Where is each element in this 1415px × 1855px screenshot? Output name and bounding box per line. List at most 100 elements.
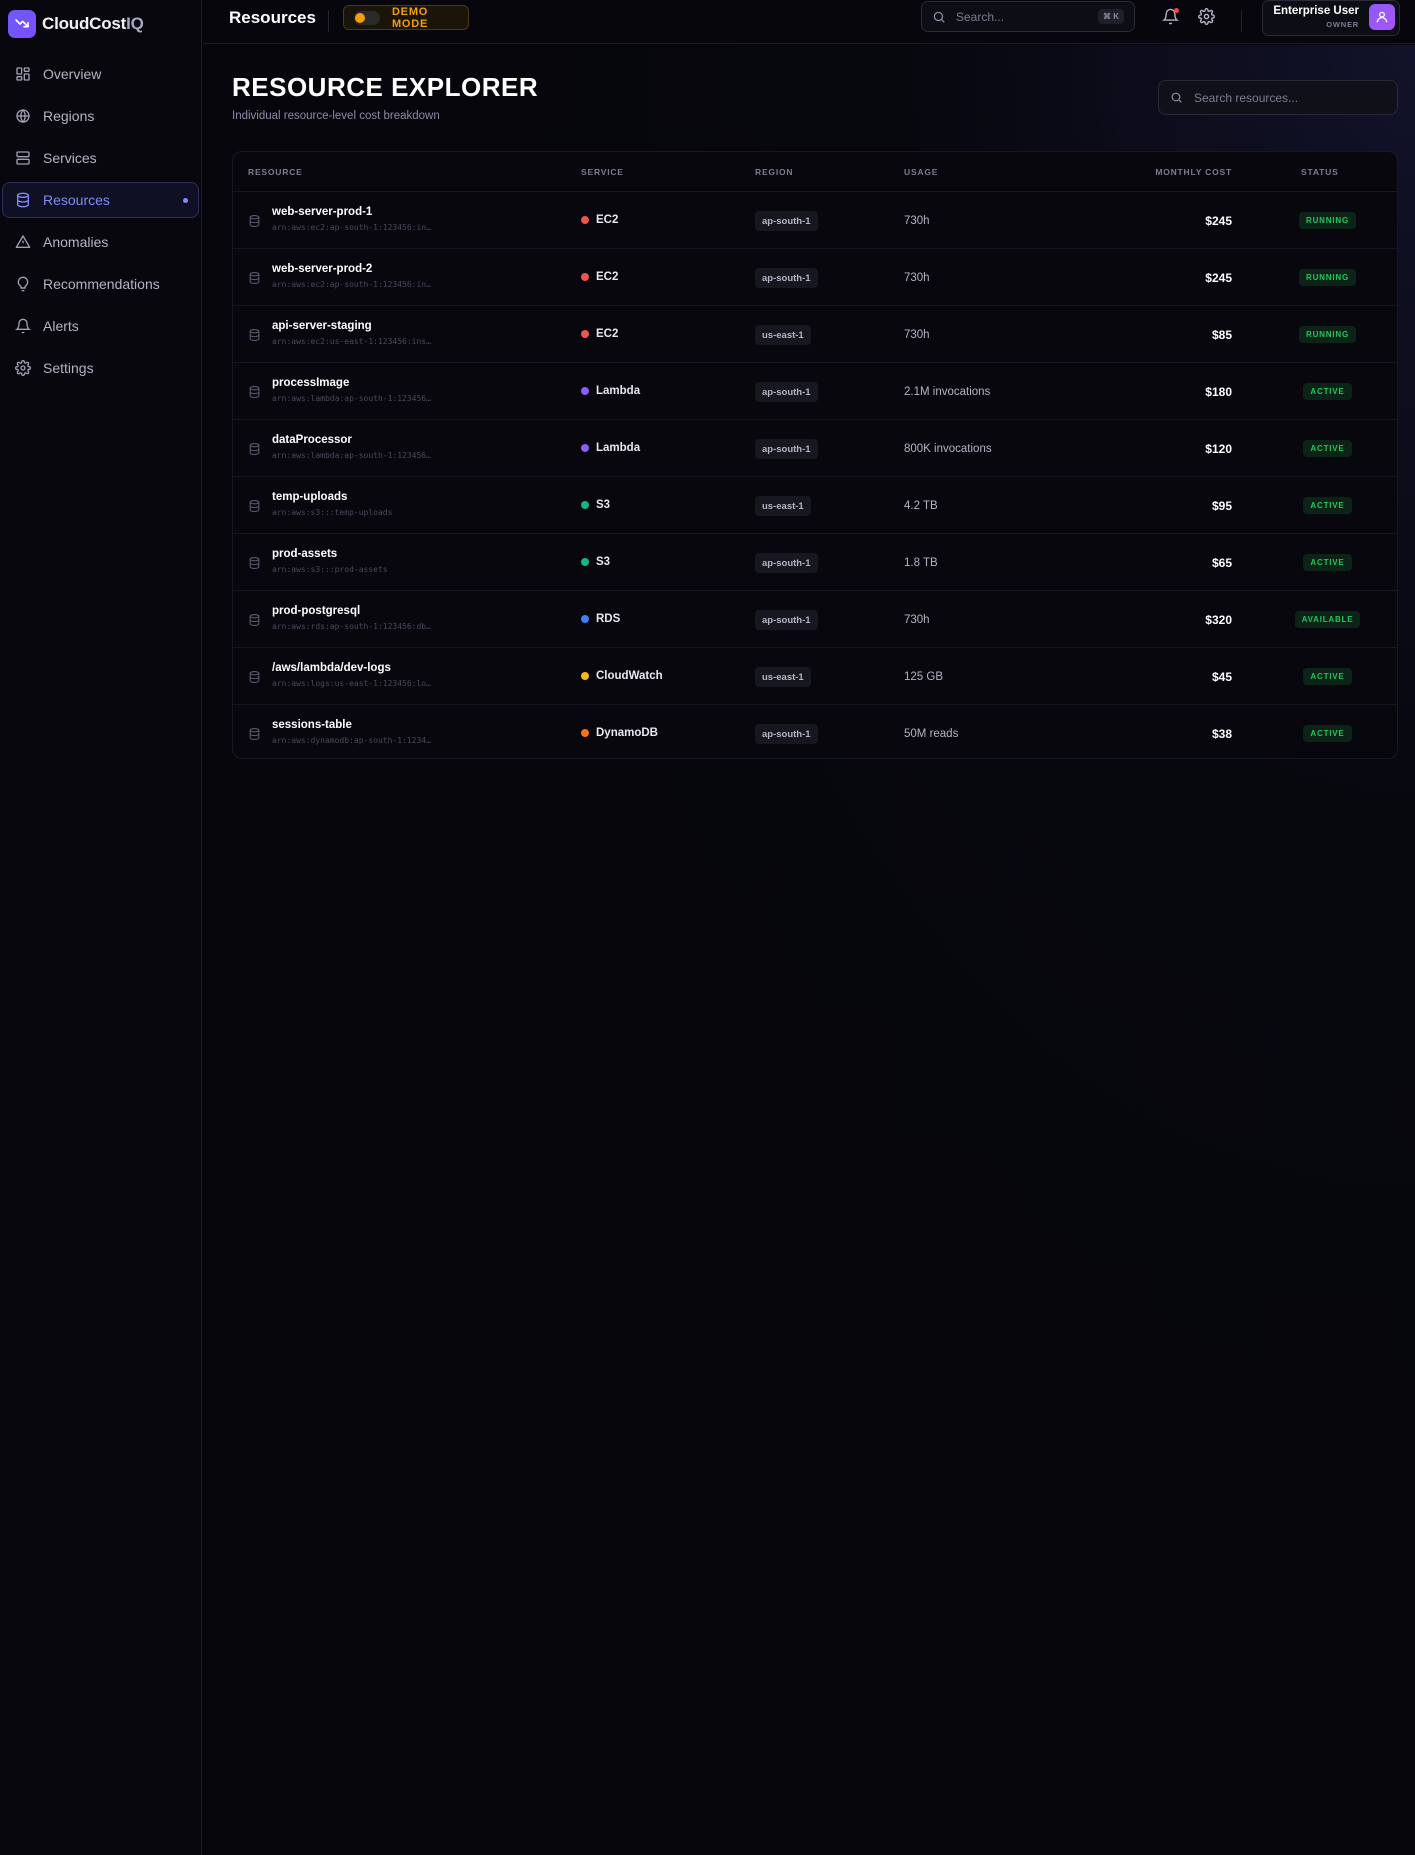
sidebar-item-alerts[interactable]: Alerts [2,308,199,344]
database-icon [248,499,261,513]
user-menu[interactable]: Enterprise User OWNER [1262,0,1400,36]
resource-arn: arn:aws:lambda:ap-south-1:123456… [272,394,431,403]
status-badge: RUNNING [1299,326,1356,343]
gear-icon [1198,8,1215,25]
service-name: DynamoDB [596,727,658,739]
page-subheading: Individual resource-level cost breakdown [232,110,440,122]
usage-value: 50M reads [904,728,959,740]
resource-name[interactable]: temp-uploads [272,491,347,503]
service-name: S3 [596,556,611,568]
search-input[interactable] [956,9,1076,24]
resource-name[interactable]: processImage [272,377,349,389]
usage-value: 2.1M invocations [904,386,991,398]
sidebar-item-label: Overview [43,66,102,82]
resource-name[interactable]: web-server-prod-1 [272,206,372,218]
status-cell: RUNNING [1275,269,1380,286]
table-row[interactable]: /aws/lambda/dev-logs arn:aws:logs:us-eas… [233,648,1397,705]
database-icon [248,271,261,285]
app-name-suffix: IQ [126,14,144,33]
resource-name[interactable]: /aws/lambda/dev-logs [272,662,391,674]
main-content: RESOURCE EXPLORER Individual resource-le… [203,45,1415,1855]
status-badge: RUNNING [1299,212,1356,229]
service-name: EC2 [596,271,619,283]
status-cell: ACTIVE [1275,497,1380,514]
status-cell: ACTIVE [1275,440,1380,457]
region-badge: ap-south-1 [755,610,818,630]
sidebar-item-label: Resources [43,192,110,208]
sidebar-item-label: Services [43,150,97,166]
column-header-service[interactable]: SERVICE [581,167,624,177]
table-row[interactable]: dataProcessor arn:aws:lambda:ap-south-1:… [233,420,1397,477]
table-row[interactable]: processImage arn:aws:lambda:ap-south-1:1… [233,363,1397,420]
sidebar-item-label: Recommendations [43,276,160,292]
resource-arn: arn:aws:s3:::temp-uploads [272,508,393,517]
column-header-usage[interactable]: USAGE [904,167,938,177]
sidebar-item-services[interactable]: Services [2,140,199,176]
monthly-cost: $245 [1205,271,1232,285]
globe-icon [15,108,31,124]
service-cell: S3 [581,556,610,568]
column-header-resource[interactable]: RESOURCE [248,167,303,177]
resource-search[interactable] [1158,80,1398,115]
status-badge: ACTIVE [1303,497,1352,514]
database-icon [248,613,261,627]
region-badge: ap-south-1 [755,724,818,744]
sidebar-item-regions[interactable]: Regions [2,98,199,134]
sidebar: CloudCostIQ Overview Regions Services Re… [0,0,202,1855]
column-header-status[interactable]: STATUS [1301,167,1339,177]
resources-table: RESOURCE SERVICE REGION USAGE MONTHLY CO… [232,151,1398,759]
column-header-region[interactable]: REGION [755,167,793,177]
app-logo[interactable]: CloudCostIQ [0,0,201,48]
toggle-switch[interactable] [354,10,380,25]
service-name: Lambda [596,442,641,454]
sidebar-item-recommendations[interactable]: Recommendations [2,266,199,302]
sidebar-item-overview[interactable]: Overview [2,56,199,92]
notification-dot [1174,8,1179,13]
page-title: Resources [229,8,316,27]
resource-name[interactable]: prod-assets [272,548,337,560]
service-name: CloudWatch [596,670,663,682]
status-cell: RUNNING [1275,326,1380,343]
sidebar-item-anomalies[interactable]: Anomalies [2,224,199,260]
status-cell: AVAILABLE [1275,611,1380,628]
table-row[interactable]: temp-uploads arn:aws:s3:::temp-uploads S… [233,477,1397,534]
table-row[interactable]: web-server-prod-1 arn:aws:ec2:ap-south-1… [233,192,1397,249]
table-row[interactable]: prod-assets arn:aws:s3:::prod-assets S3 … [233,534,1397,591]
resource-name[interactable]: prod-postgresql [272,605,360,617]
service-cell: EC2 [581,214,618,226]
active-indicator [183,198,188,203]
column-header-monthly-cost[interactable]: MONTHLY COST [1155,167,1232,177]
table-row[interactable]: prod-postgresql arn:aws:rds:ap-south-1:1… [233,591,1397,648]
divider [328,10,329,32]
resource-search-input[interactable] [1194,90,1384,105]
settings-button[interactable] [1198,8,1215,25]
sidebar-item-resources[interactable]: Resources [2,182,199,218]
monthly-cost: $120 [1205,442,1232,456]
service-cell: S3 [581,499,610,511]
status-cell: ACTIVE [1275,668,1380,685]
status-badge: ACTIVE [1303,554,1352,571]
resource-name[interactable]: sessions-table [272,719,352,731]
notifications-button[interactable] [1162,8,1179,25]
resource-name[interactable]: api-server-staging [272,320,372,332]
sidebar-item-label: Regions [43,108,95,124]
status-badge: ACTIVE [1303,668,1352,685]
table-row[interactable]: web-server-prod-2 arn:aws:ec2:ap-south-1… [233,249,1397,306]
resource-name[interactable]: web-server-prod-2 [272,263,372,275]
resource-arn: arn:aws:logs:us-east-1:123456:lo… [272,679,431,688]
status-badge: AVAILABLE [1294,611,1361,628]
table-row[interactable]: sessions-table arn:aws:dynamodb:ap-south… [233,705,1397,758]
service-color-dot [581,615,589,623]
demo-mode-toggle[interactable]: DEMO MODE [343,5,469,30]
table-row[interactable]: api-server-staging arn:aws:ec2:us-east-1… [233,306,1397,363]
region-badge: ap-south-1 [755,382,818,402]
user-icon [1375,10,1389,24]
monthly-cost: $45 [1211,670,1232,684]
global-search[interactable]: ⌘ K [921,1,1135,32]
resource-arn: arn:aws:lambda:ap-south-1:123456… [272,451,431,460]
resource-name[interactable]: dataProcessor [272,434,352,446]
sidebar-item-label: Anomalies [43,234,109,250]
region-badge: ap-south-1 [755,268,818,288]
avatar[interactable] [1369,4,1395,30]
sidebar-item-settings[interactable]: Settings [2,350,199,386]
